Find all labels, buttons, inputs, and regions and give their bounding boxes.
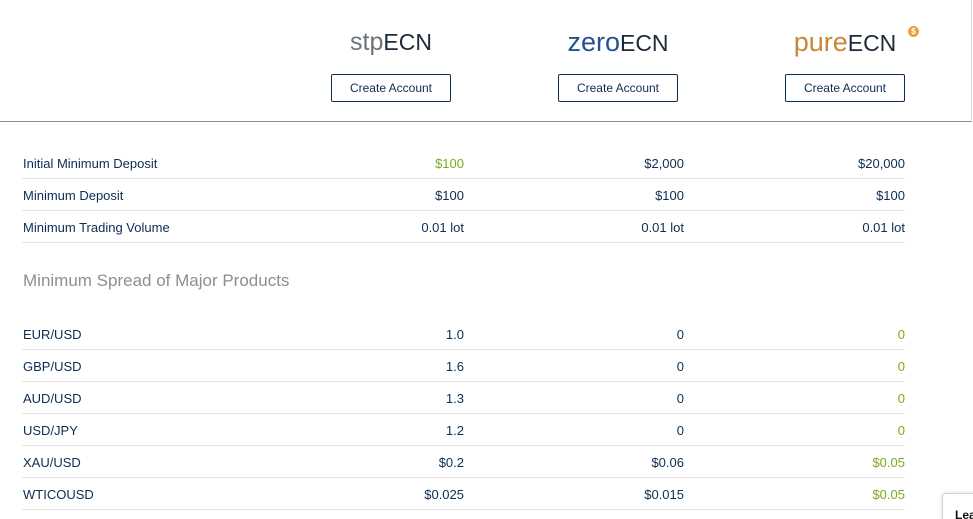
- row-value-pureecn: $0.05: [872, 455, 905, 470]
- row-value-stpecn: 1.0: [445, 327, 464, 342]
- row-value-stpecn: 1.6: [445, 359, 464, 374]
- table-row: USD/JPY 1.2 0 0: [22, 414, 905, 446]
- row-label: Minimum Trading Volume: [23, 220, 170, 235]
- row-label: WTICOUSD: [23, 487, 94, 502]
- logo-prefix: pure: [793, 27, 848, 57]
- row-value-pureecn: $20,000: [858, 156, 905, 171]
- create-account-button-pureecn[interactable]: Create Account: [785, 74, 905, 102]
- table-row: Minimum Trading Volume 0.01 lot 0.01 lot…: [22, 211, 905, 243]
- create-account-button-stpecn[interactable]: Create Account: [331, 74, 451, 102]
- row-value-stpecn: 0.01 lot: [421, 220, 464, 235]
- row-value-stpecn: $0.025: [424, 487, 464, 502]
- row-value-zeroecn: 0: [676, 327, 684, 342]
- dollar-badge-icon: $: [908, 26, 919, 37]
- row-label: Initial Minimum Deposit: [23, 156, 158, 171]
- table-row: AUD/USD 1.3 0 0: [22, 382, 905, 414]
- row-label: XAU/USD: [23, 455, 81, 470]
- row-value-stpecn: 1.2: [445, 423, 464, 438]
- row-value-zeroecn: $100: [655, 188, 684, 203]
- row-value-stpecn: 1.3: [445, 391, 464, 406]
- row-value-stpecn: $100: [435, 156, 464, 171]
- plan-stpecn: stpECN Create Account: [301, 22, 481, 112]
- spread-table: EUR/USD 1.0 0 0 GBP/USD 1.6 0 0 AUD/USD …: [22, 318, 905, 510]
- zeroecn-logo: zeroECN: [528, 28, 708, 57]
- row-value-zeroecn: $0.015: [644, 487, 684, 502]
- plan-zeroecn: zeroECN Create Account: [528, 22, 708, 112]
- logo-prefix: stp: [350, 28, 384, 56]
- row-value-pureecn: 0: [897, 391, 905, 406]
- row-value-stpecn: $100: [435, 188, 464, 203]
- row-label: USD/JPY: [23, 423, 78, 438]
- chat-widget-button[interactable]: Lea: [942, 493, 973, 519]
- spread-section-title: Minimum Spread of Major Products: [23, 271, 290, 290]
- row-value-zeroecn: 0: [676, 359, 684, 374]
- row-label: EUR/USD: [23, 327, 82, 342]
- row-value-zeroecn: 0: [676, 423, 684, 438]
- logo-suffix: ECN: [619, 30, 669, 56]
- table-row: WTICOUSD $0.025 $0.015 $0.05: [22, 478, 905, 510]
- row-value-stpecn: $0.2: [438, 455, 464, 470]
- logo-suffix: ECN: [383, 29, 432, 55]
- table-row: EUR/USD 1.0 0 0: [22, 318, 905, 350]
- row-value-pureecn: 0: [897, 359, 905, 374]
- plans-header: stpECN Create Account zeroECN Create Acc…: [0, 0, 972, 122]
- logo-suffix: ECN: [847, 30, 897, 56]
- row-value-zeroecn: $2,000: [644, 156, 684, 171]
- stpecn-logo: stpECN: [301, 28, 481, 56]
- logo-prefix: zero: [567, 27, 620, 57]
- table-row: Minimum Deposit $100 $100 $100: [22, 179, 905, 211]
- plan-pureecn: pureECN $ Create Account: [755, 22, 935, 112]
- table-row: GBP/USD 1.6 0 0: [22, 350, 905, 382]
- row-value-pureecn: 0.01 lot: [862, 220, 905, 235]
- row-label: AUD/USD: [23, 391, 82, 406]
- table-row: XAU/USD $0.2 $0.06 $0.05: [22, 446, 905, 478]
- row-label: GBP/USD: [23, 359, 82, 374]
- row-value-pureecn: $0.05: [872, 487, 905, 502]
- row-value-pureecn: $100: [876, 188, 905, 203]
- row-value-pureecn: 0: [897, 327, 905, 342]
- row-label: Minimum Deposit: [23, 188, 124, 203]
- row-value-pureecn: 0: [897, 423, 905, 438]
- create-account-button-zeroecn[interactable]: Create Account: [558, 74, 678, 102]
- row-value-zeroecn: 0: [676, 391, 684, 406]
- table-row: Initial Minimum Deposit $100 $2,000 $20,…: [22, 147, 905, 179]
- account-requirements-table: Initial Minimum Deposit $100 $2,000 $20,…: [22, 147, 905, 243]
- row-value-zeroecn: 0.01 lot: [641, 220, 684, 235]
- row-value-zeroecn: $0.06: [651, 455, 684, 470]
